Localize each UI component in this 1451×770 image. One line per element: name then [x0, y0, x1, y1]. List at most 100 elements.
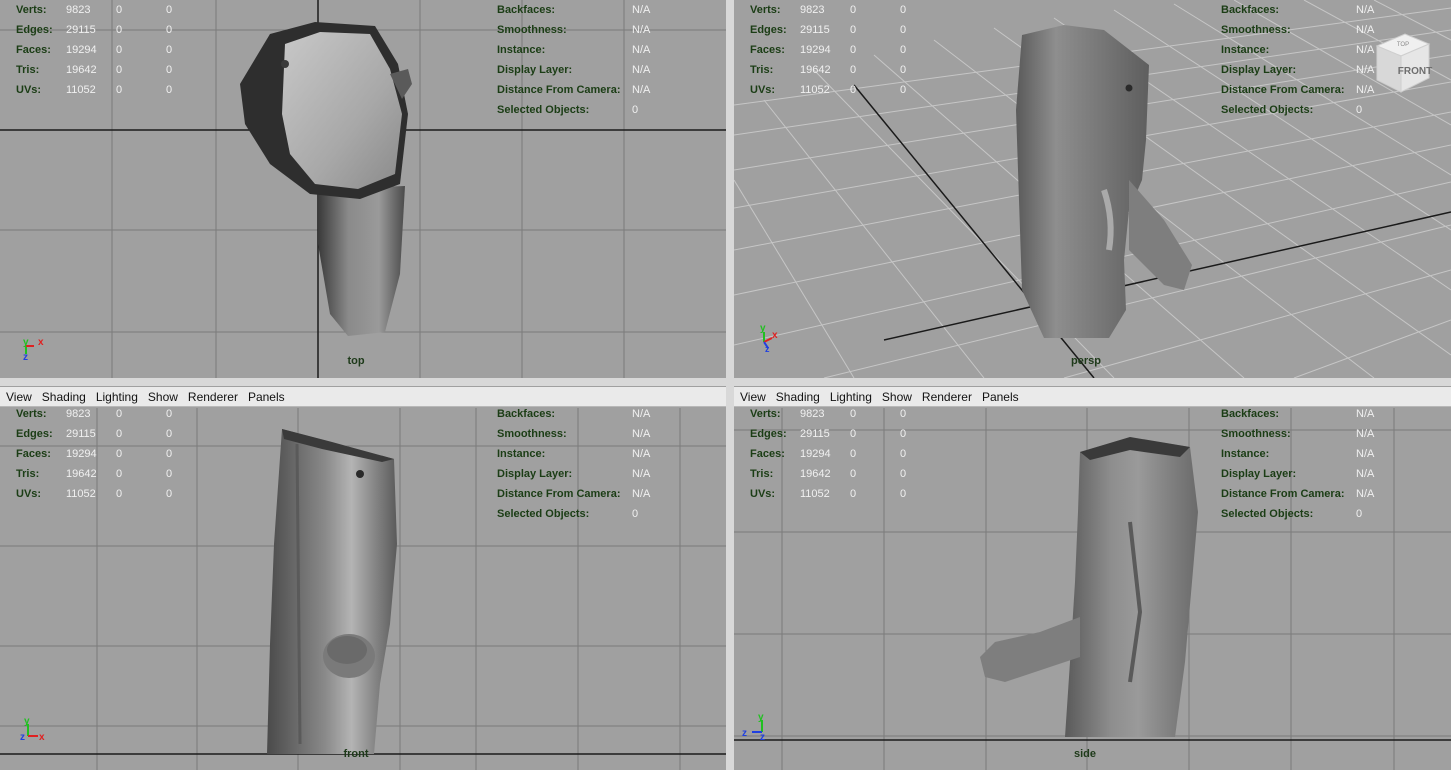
hud-row-display-layer: Display Layer: N/A: [1221, 64, 1375, 76]
hud-row-selected: Selected Objects: 0: [497, 104, 639, 116]
hud-row-uvs: UVs: 11052 0 0: [16, 84, 173, 96]
hud-row-edges: Edges: 29115 0 0: [750, 428, 907, 440]
hud-poly-count: Verts: 9823 0 0 Edges: 29115 0 0 Faces: 19294 0 0…: [16, 408, 196, 504]
hud-poly-count: Verts: 9823 0 0 Edges: 29115 0 0 Faces: 19294 0 0…: [750, 408, 930, 504]
hud-row-display-layer: Display Layer: N/A: [1221, 468, 1375, 480]
camera-label-front: front: [343, 748, 369, 760]
hud-row-backfaces: Backfaces: N/A: [497, 4, 651, 16]
menu-lighting[interactable]: Lighting: [96, 390, 138, 404]
axis-label-x: x: [38, 337, 44, 348]
camera-label-persp: persp: [1071, 355, 1101, 367]
panel-menu-bar-front: View Shading Lighting Show Renderer Pane…: [0, 387, 726, 407]
hud-row-verts: Verts: 9823 0 0: [16, 4, 173, 16]
hud-row-distance: Distance From Camera: N/A: [497, 488, 651, 500]
hud-row-display-layer: Display Layer: N/A: [497, 468, 651, 480]
menu-view[interactable]: View: [740, 390, 766, 404]
hud-row-selected: Selected Objects: 0: [497, 508, 639, 520]
viewport-top[interactable]: y x z Verts: 9823 0 0 Edges: 29115 0 0 Faces: 1…: [0, 0, 726, 378]
axis-label-z: z: [20, 732, 25, 743]
camera-label-top: top: [347, 355, 365, 367]
hud-row-smoothness: Smoothness: N/A: [1221, 24, 1375, 36]
panel-menu-bar-side: View Shading Lighting Show Renderer Pane…: [734, 387, 1451, 407]
hud-row-uvs: UVs: 11052 0 0: [16, 488, 173, 500]
stump-model-front: [267, 429, 397, 754]
axis-label-y: y: [760, 323, 766, 334]
axis-indicator-persp-gizmo: y x z: [756, 322, 786, 354]
hud-row-tris: Tris: 19642 0 0: [750, 468, 907, 480]
hud-row-smoothness: Smoothness: N/A: [497, 428, 651, 440]
hud-row-distance: Distance From Camera: N/A: [1221, 488, 1375, 500]
hud-row-edges: Edges: 29115 0 0: [750, 24, 907, 36]
hud-row-selected: Selected Objects: 0: [1221, 104, 1363, 116]
hud-row-smoothness: Smoothness: N/A: [497, 24, 651, 36]
menu-view[interactable]: View: [6, 390, 32, 404]
hud-row-faces: Faces: 19294 0 0: [750, 448, 907, 460]
axis-indicator-front: y z x: [20, 716, 50, 746]
hud-row-edges: Edges: 29115 0 0: [16, 428, 173, 440]
hud-row-uvs: UVs: 11052 0 0: [750, 488, 907, 500]
axis-label-x: x: [39, 732, 45, 743]
stump-model-side: [980, 437, 1198, 737]
hud-object-details: Backfaces: N/A Smoothness: N/A Instance: N/…: [1221, 408, 1396, 524]
menu-shading[interactable]: Shading: [776, 390, 820, 404]
hud-poly-count: Verts: 9823 0 0 Edges: 29115 0 0 Faces: 19294 0 0…: [750, 0, 930, 100]
hud-object-details: Backfaces: N/A Smoothness: N/A Instance: N/…: [1221, 0, 1396, 120]
hud-row-faces: Faces: 19294 0 0: [16, 448, 173, 460]
hud-row-tris: Tris: 19642 0 0: [16, 468, 173, 480]
menu-renderer[interactable]: Renderer: [922, 390, 972, 404]
hud-row-backfaces: Backfaces: N/A: [1221, 4, 1375, 16]
hud-row-verts: Verts: 9823 0 0: [750, 4, 907, 16]
hud-row-instance: Instance: N/A: [497, 44, 651, 56]
hud-row-uvs: UVs: 11052 0 0: [750, 84, 907, 96]
hud-row-display-layer: Display Layer: N/A: [497, 64, 651, 76]
hud-row-distance: Distance From Camera: N/A: [1221, 84, 1375, 96]
viewport-pane-top[interactable]: y x z Verts: 9823 0 0 Edges: 29115 0 0 Faces: 1…: [0, 0, 726, 378]
hud-row-smoothness: Smoothness: N/A: [1221, 428, 1375, 440]
hud-row-distance: Distance From Camera: N/A: [497, 84, 651, 96]
stump-model-persp: [1016, 25, 1192, 338]
viewport-pane-front[interactable]: View Shading Lighting Show Renderer Pane…: [0, 386, 726, 770]
menu-panels[interactable]: Panels: [248, 390, 285, 404]
axis-indicator-top: y x z: [20, 336, 50, 366]
hud-row-verts: Verts: 9823 0 0: [750, 408, 907, 420]
axis-label-z-right: z: [760, 732, 765, 742]
viewport-front[interactable]: y z x Verts: 9823 0 0 Edges: 29115 0 0 Faces: 1…: [0, 408, 726, 770]
hud-object-details: Backfaces: N/A Smoothness: N/A Instance: N/…: [497, 0, 672, 120]
hud-row-backfaces: Backfaces: N/A: [497, 408, 651, 420]
axis-label-z-left: z: [742, 728, 747, 739]
stump-model-top: [240, 22, 412, 336]
viewport-persp[interactable]: FRONT TOP y x z Verts: 9823 0 0 Edges: 29115…: [734, 0, 1451, 378]
hud-row-tris: Tris: 19642 0 0: [16, 64, 173, 76]
viewport-pane-persp[interactable]: FRONT TOP y x z Verts: 9823 0 0 Edges: 29115…: [734, 0, 1451, 378]
axis-label-x: x: [772, 330, 778, 341]
camera-label-side: side: [1073, 748, 1097, 760]
menu-shading[interactable]: Shading: [42, 390, 86, 404]
menu-lighting[interactable]: Lighting: [830, 390, 872, 404]
hud-row-edges: Edges: 29115 0 0: [16, 24, 173, 36]
hud-row-verts: Verts: 9823 0 0: [16, 408, 173, 420]
axis-label-y: y: [23, 337, 29, 348]
axis-label-y: y: [758, 712, 764, 723]
menu-renderer[interactable]: Renderer: [188, 390, 238, 404]
hud-row-backfaces: Backfaces: N/A: [1221, 408, 1375, 420]
viewport-side[interactable]: y z z Verts: 9823 0 0 Edges: 29115 0 0 Faces: 1…: [734, 408, 1451, 770]
hud-row-faces: Faces: 19294 0 0: [750, 44, 907, 56]
menu-panels[interactable]: Panels: [982, 390, 1019, 404]
hud-row-instance: Instance: N/A: [1221, 448, 1375, 460]
view-cube-top-label: TOP: [1397, 42, 1409, 48]
hud-poly-count: Verts: 9823 0 0 Edges: 29115 0 0 Faces: 19294 0 0…: [16, 0, 196, 100]
hud-row-instance: Instance: N/A: [497, 448, 651, 460]
menu-show[interactable]: Show: [148, 390, 178, 404]
hud-object-details: Backfaces: N/A Smoothness: N/A Instance: N/…: [497, 408, 672, 524]
axis-label-y: y: [24, 716, 30, 727]
axis-indicator-side: y z z: [740, 712, 770, 743]
view-cube-face-label: FRONT: [1398, 66, 1432, 77]
hud-row-instance: Instance: N/A: [1221, 44, 1375, 56]
axis-label-z: z: [23, 352, 28, 363]
viewport-pane-side[interactable]: View Shading Lighting Show Renderer Pane…: [734, 386, 1451, 770]
hud-row-faces: Faces: 19294 0 0: [16, 44, 173, 56]
axis-label-z: z: [765, 344, 770, 352]
menu-show[interactable]: Show: [882, 390, 912, 404]
hud-row-selected: Selected Objects: 0: [1221, 508, 1363, 520]
hud-row-tris: Tris: 19642 0 0: [750, 64, 907, 76]
